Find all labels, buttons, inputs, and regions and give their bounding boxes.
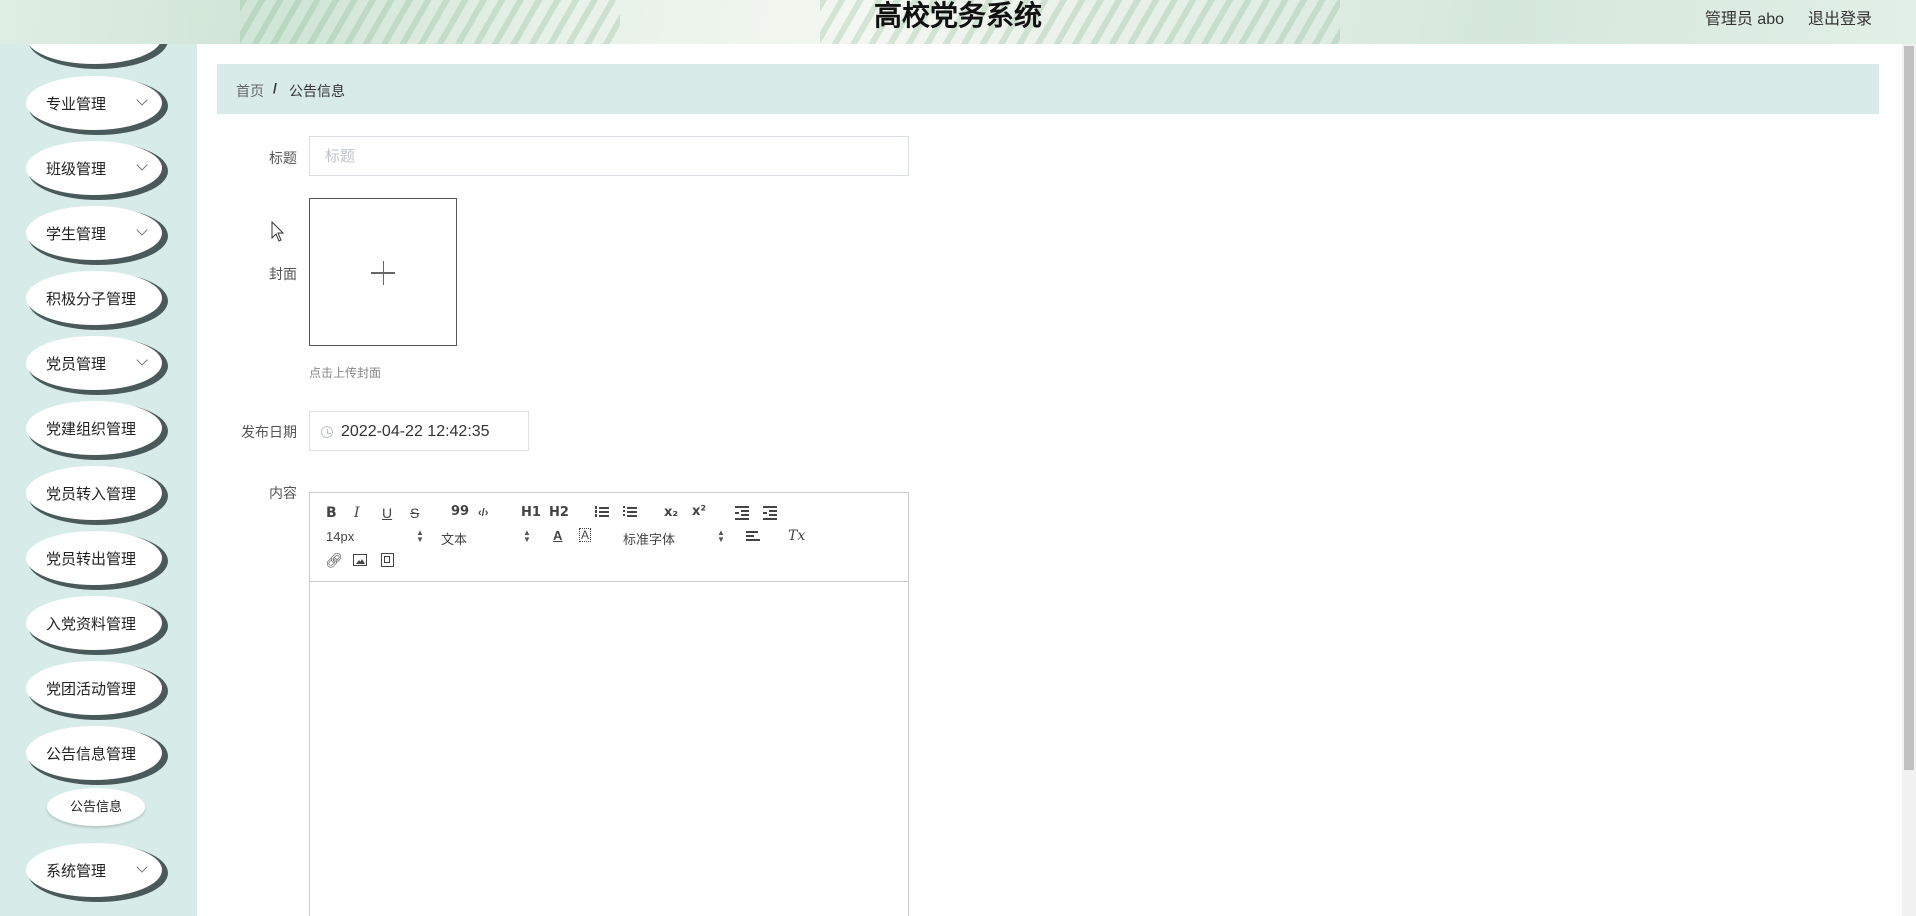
- breadcrumb-separator: /: [273, 80, 277, 96]
- font-family-select[interactable]: 标准字体 ▲ ▼: [623, 529, 725, 548]
- sidebar-item-notices[interactable]: 公告信息管理: [26, 726, 162, 780]
- chevron-down-icon: [136, 354, 148, 366]
- sidebar-item-student[interactable]: 学生管理: [26, 206, 162, 260]
- content-label: 内容: [269, 485, 297, 501]
- align-left-icon[interactable]: [746, 531, 760, 543]
- indent-icon[interactable]: [763, 506, 777, 520]
- editor-content[interactable]: [310, 582, 908, 916]
- mouse-cursor-icon: [271, 221, 285, 242]
- chevron-down-icon: ▼: [717, 535, 725, 544]
- chevron-down-icon: [136, 861, 148, 873]
- sidebar-item-major[interactable]: 专业管理: [26, 76, 162, 130]
- bold-button[interactable]: B: [326, 505, 337, 521]
- sidebar-item-label: 党员管理: [46, 356, 107, 373]
- ordered-list-icon[interactable]: [595, 506, 609, 518]
- font-color-icon[interactable]: A: [553, 528, 562, 544]
- sidebar-item-activist[interactable]: 积极分子管理: [26, 271, 162, 325]
- app-header: 高校党务系统 管理员 abo 退出登录: [0, 0, 1916, 44]
- sidebar-item-label: 党建组织管理: [46, 421, 137, 438]
- breadcrumb-current: 公告信息: [289, 83, 345, 99]
- bullet-list-icon[interactable]: [623, 506, 637, 518]
- publish-date-picker[interactable]: 2022-04-22 12:42:35: [309, 411, 529, 451]
- scrollbar-thumb[interactable]: [1904, 46, 1914, 770]
- chevron-down-icon: [136, 224, 148, 236]
- sidebar-item-label: 党员转入管理: [46, 486, 137, 503]
- editor-toolbar: B I U S 99 ‹/› H1 H2 x₂ x² 14px ▲ ▼ 文本 ▲…: [310, 493, 908, 582]
- sidebar-item-partial[interactable]: [26, 44, 162, 64]
- outdent-icon[interactable]: [735, 506, 749, 520]
- current-user: 管理员 abo: [1704, 11, 1784, 28]
- sidebar-subitem-notice-info[interactable]: 公告信息: [47, 788, 145, 826]
- h1-button[interactable]: H1: [521, 505, 541, 521]
- sidebar-item-label: 学生管理: [46, 226, 107, 243]
- sidebar-item-activities[interactable]: 党团活动管理: [26, 661, 162, 715]
- font-family-value: 标准字体: [623, 532, 676, 547]
- rich-text-editor: B I U S 99 ‹/› H1 H2 x₂ x² 14px ▲ ▼ 文本 ▲…: [309, 492, 909, 916]
- font-size-select[interactable]: 14px ▲ ▼: [326, 529, 424, 545]
- code-button[interactable]: ‹/›: [478, 505, 488, 521]
- header-select[interactable]: 文本 ▲ ▼: [441, 529, 531, 548]
- chevron-down-icon: [136, 159, 148, 171]
- cover-upload-box[interactable]: [309, 198, 457, 346]
- chevron-down-icon: [136, 94, 148, 106]
- blockquote-button[interactable]: 99: [451, 504, 469, 520]
- sidebar-item-transfer-out[interactable]: 党员转出管理: [26, 531, 162, 585]
- chevron-down-icon: ▼: [523, 535, 531, 544]
- title-label: 标题: [269, 150, 297, 166]
- italic-button[interactable]: I: [354, 505, 360, 521]
- link-icon[interactable]: 🔗︎: [325, 552, 343, 568]
- sidebar-item-member[interactable]: 党员管理: [26, 336, 162, 390]
- cover-upload-tip: 点击上传封面: [309, 366, 382, 380]
- background-color-icon[interactable]: A: [579, 528, 592, 542]
- sidebar-item-label: 系统管理: [46, 863, 107, 880]
- cover-label: 封面: [269, 266, 297, 282]
- logout-link[interactable]: 退出登录: [1808, 5, 1872, 29]
- title-input[interactable]: [309, 136, 909, 176]
- clock-icon: [321, 426, 333, 438]
- sidebar-item-label: 班级管理: [46, 161, 107, 178]
- publish-date-value: 2022-04-22 12:42:35: [341, 423, 490, 440]
- sidebar-item-label: 入党资料管理: [46, 616, 137, 633]
- sidebar-item-transfer-in[interactable]: 党员转入管理: [26, 466, 162, 520]
- breadcrumb-home[interactable]: 首页: [236, 81, 264, 101]
- sidebar-item-class[interactable]: 班级管理: [26, 141, 162, 195]
- sidebar-item-materials[interactable]: 入党资料管理: [26, 596, 162, 650]
- sidebar-item-label: 专业管理: [46, 96, 107, 113]
- strike-button[interactable]: S: [410, 505, 419, 521]
- video-icon[interactable]: [381, 553, 394, 567]
- sidebar-item-label: 党团活动管理: [46, 681, 137, 698]
- sidebar-item-organization[interactable]: 党建组织管理: [26, 401, 162, 455]
- subscript-button[interactable]: x₂: [664, 505, 678, 521]
- sidebar-item-label: 积极分子管理: [46, 291, 137, 308]
- font-size-value: 14px: [326, 529, 355, 544]
- sidebar-item-system[interactable]: 系统管理: [26, 843, 162, 897]
- page-scrollbar[interactable]: [1902, 44, 1916, 916]
- underline-button[interactable]: U: [382, 505, 392, 521]
- breadcrumb: 首页 / 公告信息: [217, 64, 1879, 114]
- date-label: 发布日期: [241, 424, 297, 440]
- chevron-down-icon: ▼: [416, 535, 424, 544]
- superscript-button[interactable]: x²: [692, 504, 706, 520]
- h2-button[interactable]: H2: [549, 505, 569, 521]
- image-icon[interactable]: [353, 554, 367, 566]
- sidebar-item-label: 党员转出管理: [46, 551, 137, 568]
- sidebar-item-label: 公告信息管理: [46, 746, 137, 763]
- header-select-value: 文本: [441, 532, 468, 547]
- clear-format-button[interactable]: Tx: [788, 528, 805, 544]
- sidebar: 专业管理 班级管理 学生管理 积极分子管理 党员管理 党建组织管理 党员转入管理…: [0, 44, 197, 916]
- app-title: 高校党务系统: [873, 0, 1042, 32]
